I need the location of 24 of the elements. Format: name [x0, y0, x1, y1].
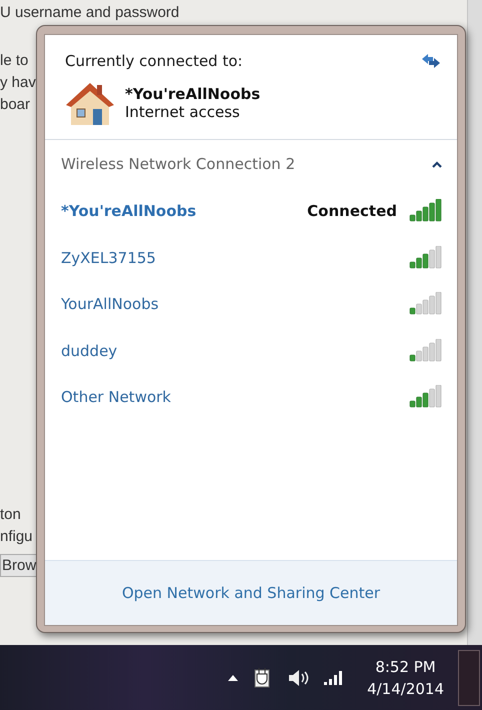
speaker-icon[interactable]: [287, 668, 310, 686]
network-item[interactable]: *You'reAllNoobs Connected: [61, 188, 443, 234]
clock-time: 8:52 PM: [375, 656, 436, 678]
collapse-chevron-icon[interactable]: [431, 160, 443, 168]
background-text: le to: [0, 52, 28, 70]
network-item[interactable]: duddey: [61, 328, 443, 374]
popup-heading: Currently connected to:: [65, 52, 243, 70]
background-text: ton: [0, 506, 21, 524]
section-title: Wireless Network Connection 2: [61, 155, 296, 173]
background-text: y hav: [0, 74, 36, 92]
connection-name: *You'reAllNoobs: [125, 85, 260, 103]
background-text: U username and password: [0, 4, 180, 22]
show-desktop-button[interactable]: [458, 650, 480, 706]
network-status: Connected: [307, 202, 397, 220]
network-sharing-center-link[interactable]: Open Network and Sharing Center: [122, 584, 380, 602]
show-hidden-icons-icon[interactable]: [227, 672, 240, 682]
network-item[interactable]: YourAllNoobs: [61, 281, 443, 328]
network-item[interactable]: ZyXEL37155: [61, 234, 443, 281]
connection-status: Internet access: [125, 103, 241, 121]
background-text: boar: [0, 96, 30, 114]
network-item[interactable]: Other Network: [61, 374, 443, 420]
background-text: nfigu: [0, 528, 33, 546]
clock-date: 4/14/2014: [367, 678, 444, 700]
browse-button[interactable]: Brow: [0, 554, 36, 577]
